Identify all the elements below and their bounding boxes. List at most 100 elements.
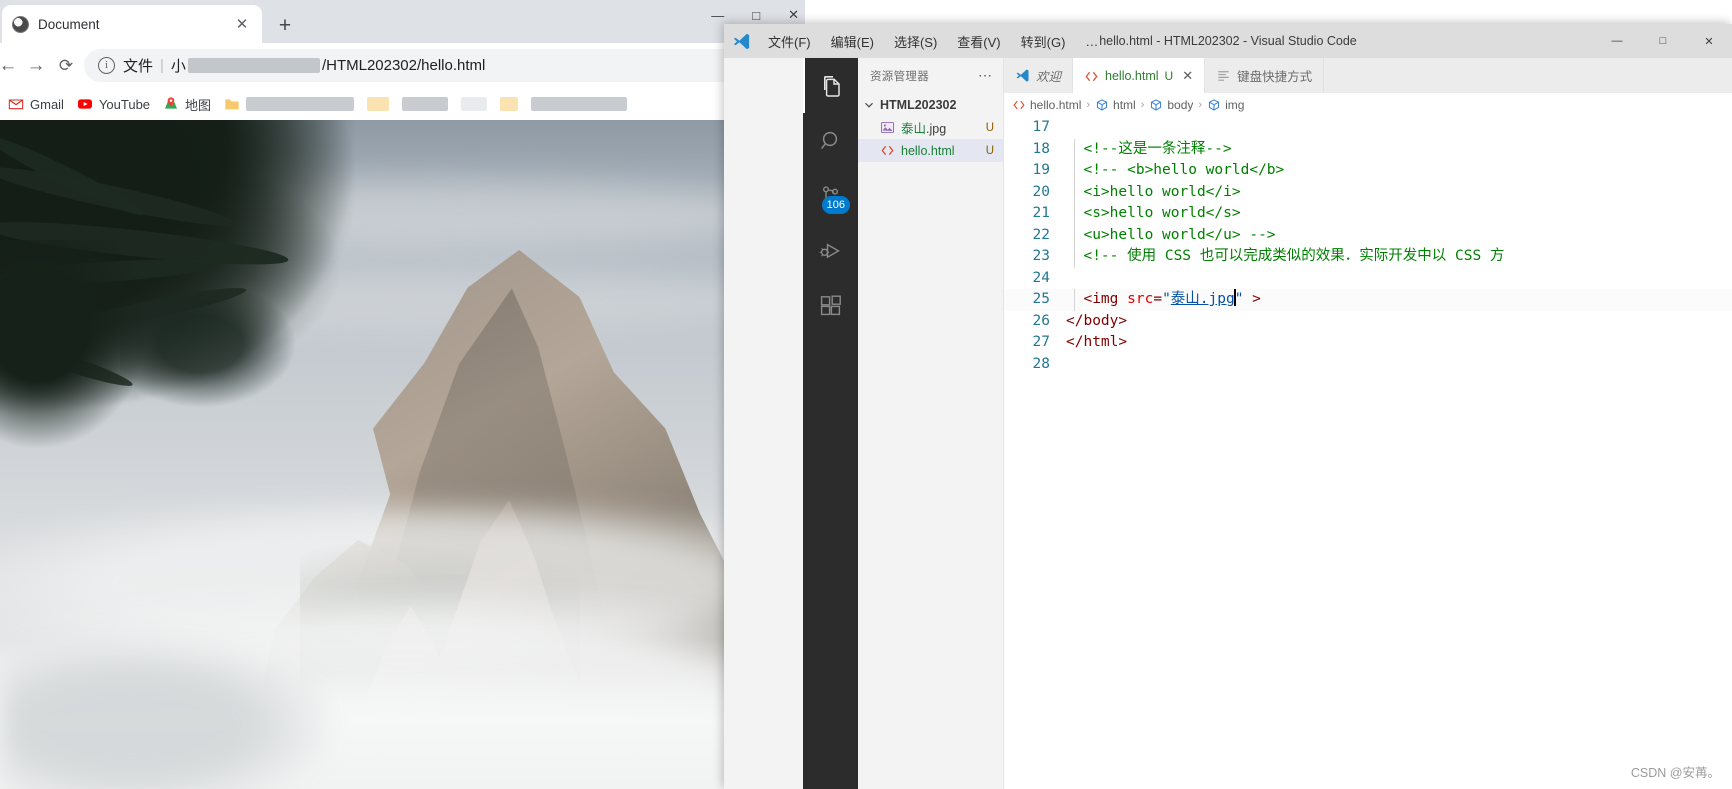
explorer-root-folder[interactable]: HTML202302: [858, 93, 1003, 116]
activity-extensions[interactable]: [803, 278, 858, 333]
forward-icon[interactable]: →: [22, 52, 50, 80]
breadcrumb-separator: ›: [1086, 99, 1091, 111]
minimize-icon[interactable]: —: [711, 8, 724, 23]
activity-search[interactable]: [803, 113, 858, 168]
address-bar[interactable]: i 文件 | 小 /HTML202302/hello.html: [84, 49, 784, 82]
breadcrumb-separator: ›: [1198, 99, 1203, 111]
menu-view[interactable]: 查看(V): [947, 28, 1010, 55]
code-line[interactable]: 21 <s>hello world</s>: [1004, 203, 1732, 225]
bookmark-maps[interactable]: 地图: [163, 95, 211, 114]
explorer-file-hello-html[interactable]: hello.html U: [858, 139, 1003, 162]
code-line[interactable]: 25 <img src="泰山.jpg" >: [1004, 289, 1732, 311]
menu-file[interactable]: 文件(F): [758, 28, 821, 55]
chevron-down-icon: [865, 102, 873, 108]
redacted-bookmark[interactable]: [367, 97, 390, 111]
browser-toolbar: ← → ⟳ i 文件 | 小 /HTML202302/hello.html: [0, 43, 805, 88]
code-editor[interactable]: 17 18 <!--这是一条注释--> 19 <!-- <b>hello world…: [1004, 117, 1732, 789]
redacted-bookmark[interactable]: [461, 97, 488, 111]
html-file-icon: [1085, 71, 1098, 81]
minimize-icon[interactable]: —: [1594, 24, 1640, 58]
code-token: <img: [1083, 291, 1119, 307]
code-token: </body>: [1066, 312, 1128, 329]
breadcrumb-item-html[interactable]: html: [1095, 98, 1136, 112]
bookmark-label: 地图: [185, 97, 212, 113]
menu-more-icon[interactable]: …: [1075, 30, 1108, 53]
code-line-text: </body>: [1066, 311, 1732, 333]
reload-icon[interactable]: ⟳: [52, 52, 80, 80]
symbol-field-icon: [1151, 99, 1162, 111]
vscode-menu-bar: 文件(F) 编辑(E) 选择(S) 查看(V) 转到(G) …: [758, 28, 1108, 55]
line-number: 25: [1032, 291, 1050, 307]
tab-keyboard-shortcuts[interactable]: 键盘快捷方式: [1205, 58, 1325, 93]
code-line[interactable]: 26 </body>: [1004, 311, 1732, 333]
code-token: <!-- <b>hello world</b>: [1083, 162, 1285, 178]
url-path-suffix: /HTML202302/hello.html: [321, 57, 486, 74]
vscode-title-bar: 文件(F) 编辑(E) 选择(S) 查看(V) 转到(G) … hello.ht…: [724, 24, 1732, 58]
new-tab-button[interactable]: +: [272, 12, 298, 38]
explorer-sidebar: 资源管理器 ⋯ HTML202302 泰山.jpg U hello.html U: [858, 58, 1004, 789]
bookmark-folder[interactable]: [224, 96, 355, 112]
redacted-bookmark[interactable]: [500, 97, 519, 111]
symbol-field-icon: [1096, 99, 1108, 111]
activity-explorer[interactable]: [803, 58, 858, 113]
file-status-badge: U: [985, 121, 994, 134]
redacted-bookmark[interactable]: [531, 97, 628, 111]
breadcrumb-item-img[interactable]: img: [1207, 98, 1244, 112]
code-line[interactable]: 20 <i>hello world</i>: [1004, 181, 1732, 203]
code-token: src: [1127, 291, 1154, 307]
menu-selection[interactable]: 选择(S): [884, 28, 947, 55]
redacted-bookmark[interactable]: [402, 97, 449, 111]
watermark: CSDN @安苒。: [1630, 766, 1720, 780]
activity-bar: 106: [803, 58, 858, 789]
tab-welcome[interactable]: 欢迎: [1004, 58, 1074, 93]
explorer-root-label: HTML202302: [880, 97, 957, 112]
close-window-icon[interactable]: ✕: [1686, 24, 1732, 58]
maximize-icon[interactable]: □: [1640, 24, 1686, 58]
tab-hello-html[interactable]: hello.html U ✕: [1073, 58, 1206, 93]
menu-edit[interactable]: 编辑(E): [821, 28, 884, 55]
html-file-icon: [881, 145, 894, 156]
activity-run-debug[interactable]: [803, 223, 858, 278]
maximize-icon[interactable]: □: [752, 8, 760, 23]
code-line[interactable]: 24: [1004, 268, 1732, 290]
menu-go[interactable]: 转到(G): [1011, 28, 1076, 55]
code-line-text: <u>hello world</u> -->: [1066, 224, 1732, 246]
code-token: 泰山.jpg: [1170, 291, 1235, 307]
symbol-field-icon: [1209, 99, 1220, 111]
code-line-text: <i>hello world</i>: [1066, 181, 1732, 203]
site-info-icon[interactable]: i: [98, 57, 115, 74]
code-line[interactable]: 19 <!-- <b>hello world</b>: [1004, 160, 1732, 182]
code-line[interactable]: 23 <!-- 使用 CSS 也可以完成类似的效果．实际开发中以 CSS 方: [1004, 246, 1732, 268]
close-window-icon[interactable]: ✕: [788, 7, 799, 23]
editor-tab-bar: 欢迎 hello.html U ✕ 键盘快捷方式: [1004, 58, 1732, 93]
code-line[interactable]: 17: [1004, 117, 1732, 139]
indent-guide: [1074, 138, 1075, 160]
explorer-file-taishan-jpg[interactable]: 泰山.jpg U: [858, 116, 1003, 139]
bookmark-gmail[interactable]: Gmail: [8, 96, 64, 112]
folder-icon: [225, 99, 239, 110]
globe-icon: [12, 15, 29, 33]
close-icon[interactable]: ✕: [232, 14, 252, 34]
back-icon[interactable]: ←: [0, 52, 22, 80]
indent-guide: [1074, 224, 1075, 246]
keyboard-shortcuts-icon: [1218, 71, 1229, 81]
code-line[interactable]: 28: [1004, 354, 1732, 376]
close-icon[interactable]: ✕: [1182, 68, 1193, 84]
code-line[interactable]: 27 </html>: [1004, 332, 1732, 354]
bookmark-youtube[interactable]: YouTube: [77, 96, 150, 112]
source-control-badge: 106: [821, 196, 850, 214]
activity-source-control[interactable]: 106: [803, 168, 858, 223]
code-token: <u>hello world</u> -->: [1083, 226, 1276, 243]
redacted-bookmark[interactable]: [246, 97, 355, 111]
browser-tab[interactable]: Document ✕: [2, 5, 262, 43]
code-line-text: <!-- <b>hello world</b>: [1066, 160, 1732, 182]
breadcrumb-item-body[interactable]: body: [1149, 98, 1193, 112]
more-actions-icon[interactable]: ⋯: [978, 67, 993, 84]
tab-label: 欢迎: [1036, 70, 1062, 84]
code-line-text: <s>hello world</s>: [1066, 203, 1732, 225]
url-divider: |: [160, 57, 164, 74]
breadcrumb-item-file[interactable]: hello.html: [1012, 98, 1081, 112]
indent-guide: [1074, 181, 1075, 203]
code-line[interactable]: 18 <!--这是一条注释-->: [1004, 138, 1732, 160]
code-line[interactable]: 22 <u>hello world</u> -->: [1004, 224, 1732, 246]
